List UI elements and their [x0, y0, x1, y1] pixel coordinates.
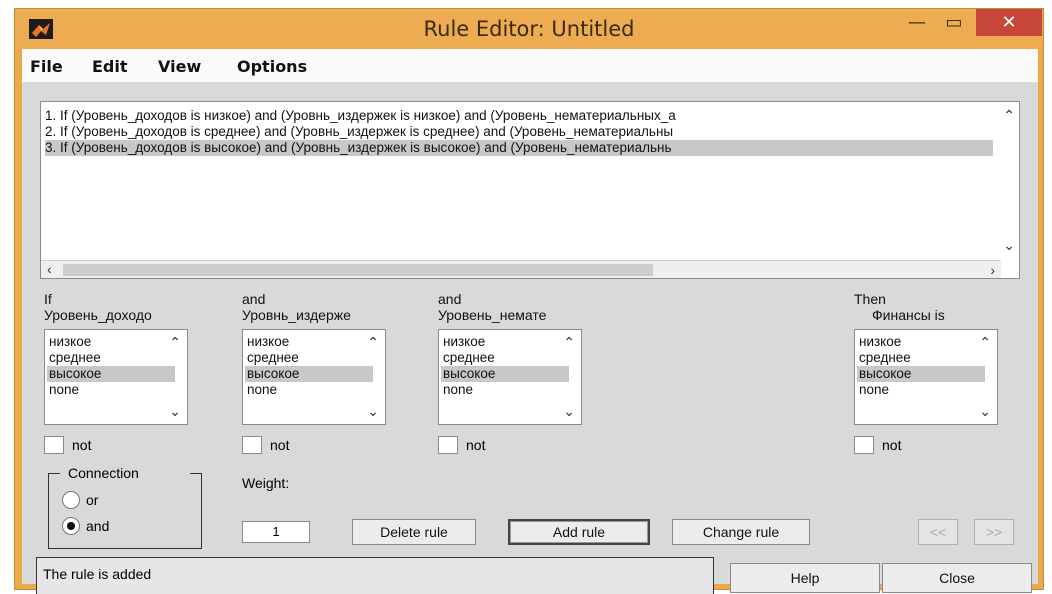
chevron-down-icon[interactable]: ⌄ [169, 403, 181, 420]
checkbox[interactable] [242, 436, 262, 454]
menu-view[interactable]: View [158, 57, 201, 76]
list-item[interactable]: none [245, 382, 373, 398]
chevron-up-icon[interactable]: ⌃ [979, 334, 991, 351]
status-bar: The rule is added [36, 557, 714, 594]
not-label: not [270, 437, 290, 453]
scroll-right-icon[interactable]: › [990, 262, 995, 278]
not-label: not [882, 437, 902, 453]
weight-label: Weight: [242, 475, 290, 491]
list-item[interactable]: низкое [857, 334, 985, 350]
connection-and-radio[interactable]: and [62, 517, 109, 535]
minimize-button[interactable]: — [901, 9, 933, 36]
input1-not-checkbox[interactable]: not [44, 435, 91, 455]
list-item[interactable]: none [47, 382, 175, 398]
list-item-selected[interactable]: высокое [245, 366, 373, 382]
scroll-up-icon[interactable]: ⌃ [1003, 108, 1015, 124]
list-item-selected[interactable]: высокое [441, 366, 569, 382]
radio-button-selected[interactable] [62, 517, 80, 535]
checkbox[interactable] [438, 436, 458, 454]
maximize-button[interactable]: ▭ [937, 9, 971, 36]
chevron-down-icon[interactable]: ⌄ [563, 403, 575, 420]
close-button[interactable]: Close [882, 563, 1032, 593]
scrollbar-thumb[interactable] [63, 264, 653, 276]
input1-name: Уровень_доходо [44, 307, 152, 323]
menu-file[interactable]: File [30, 57, 63, 76]
prev-rule-button[interactable]: << [918, 519, 958, 545]
output-not-checkbox[interactable]: not [854, 435, 901, 455]
delete-rule-button[interactable]: Delete rule [352, 519, 476, 545]
help-button[interactable]: Help [730, 563, 880, 593]
chevron-down-icon[interactable]: ⌄ [367, 403, 379, 420]
title-bar[interactable]: Rule Editor: Untitled — ▭ ✕ [15, 9, 1043, 49]
list-item[interactable]: среднее [441, 350, 569, 366]
list-item[interactable]: none [857, 382, 985, 398]
chevron-up-icon[interactable]: ⌃ [563, 334, 575, 351]
rule-editor-window: Rule Editor: Untitled — ▭ ✕ File Edit Vi… [14, 8, 1044, 594]
next-rule-button[interactable]: >> [974, 519, 1014, 545]
input2-connector: and [242, 291, 266, 307]
connection-or-radio[interactable]: or [62, 491, 98, 509]
horizontal-scrollbar[interactable]: ‹ › [41, 260, 1001, 278]
input3-not-checkbox[interactable]: not [438, 435, 485, 455]
chevron-up-icon[interactable]: ⌃ [367, 334, 379, 351]
rules-list[interactable]: 1. If (Уровень_доходов is низкое) and (У… [40, 101, 1020, 279]
input2-not-checkbox[interactable]: not [242, 435, 289, 455]
close-window-button[interactable]: ✕ [976, 9, 1042, 36]
list-item[interactable]: низкое [441, 334, 569, 350]
menu-edit[interactable]: Edit [92, 57, 128, 76]
list-item[interactable]: среднее [245, 350, 373, 366]
scroll-left-icon[interactable]: ‹ [47, 261, 52, 277]
checkbox[interactable] [44, 436, 64, 454]
not-label: not [72, 437, 92, 453]
list-item-selected[interactable]: высокое [47, 366, 175, 382]
weight-input[interactable]: 1 [242, 521, 310, 543]
rule-item-selected[interactable]: 3. If (Уровень_доходов is высокое) and (… [45, 140, 993, 156]
input3-connector: and [438, 291, 462, 307]
connection-group [48, 473, 202, 549]
list-item-selected[interactable]: высокое [857, 366, 985, 382]
checkbox[interactable] [854, 436, 874, 454]
change-rule-button[interactable]: Change rule [672, 519, 810, 545]
input2-name: Уровнь_издерже [242, 307, 351, 323]
radio-label: and [86, 518, 110, 534]
list-item[interactable]: низкое [245, 334, 373, 350]
output-name: Финансы is [872, 307, 945, 323]
input3-membership-list[interactable]: низкое среднее высокое none ⌃ ⌄ [438, 329, 582, 425]
not-label: not [466, 437, 486, 453]
input1-connector: If [44, 291, 52, 307]
scroll-down-icon[interactable]: ⌄ [1003, 238, 1015, 254]
rule-item[interactable]: 2. If (Уровень_доходов is среднее) and (… [45, 124, 993, 140]
menu-options[interactable]: Options [237, 57, 307, 76]
chevron-up-icon[interactable]: ⌃ [169, 334, 181, 351]
list-item[interactable]: среднее [857, 350, 985, 366]
list-item[interactable]: низкое [47, 334, 175, 350]
window-title: Rule Editor: Untitled [423, 17, 635, 41]
input3-name: Уровень_немате [438, 307, 547, 323]
menu-bar: File Edit View Options [22, 49, 1038, 83]
radio-label: or [86, 492, 99, 508]
input1-membership-list[interactable]: низкое среднее высокое none ⌃ ⌄ [44, 329, 188, 425]
output-connector: Then [854, 291, 886, 307]
rule-item[interactable]: 1. If (Уровень_доходов is низкое) and (У… [45, 108, 993, 124]
editor-panel: 1. If (Уровень_доходов is низкое) and (У… [22, 83, 1038, 594]
input2-membership-list[interactable]: низкое среднее высокое none ⌃ ⌄ [242, 329, 386, 425]
output-membership-list[interactable]: низкое среднее высокое none ⌃ ⌄ [854, 329, 998, 425]
add-rule-button[interactable]: Add rule [508, 519, 650, 545]
list-item[interactable]: none [441, 382, 569, 398]
window-client: File Edit View Options 1. If (Уровень_до… [22, 49, 1038, 594]
chevron-down-icon[interactable]: ⌄ [979, 403, 991, 420]
list-item[interactable]: среднее [47, 350, 175, 366]
radio-button[interactable] [62, 491, 80, 509]
